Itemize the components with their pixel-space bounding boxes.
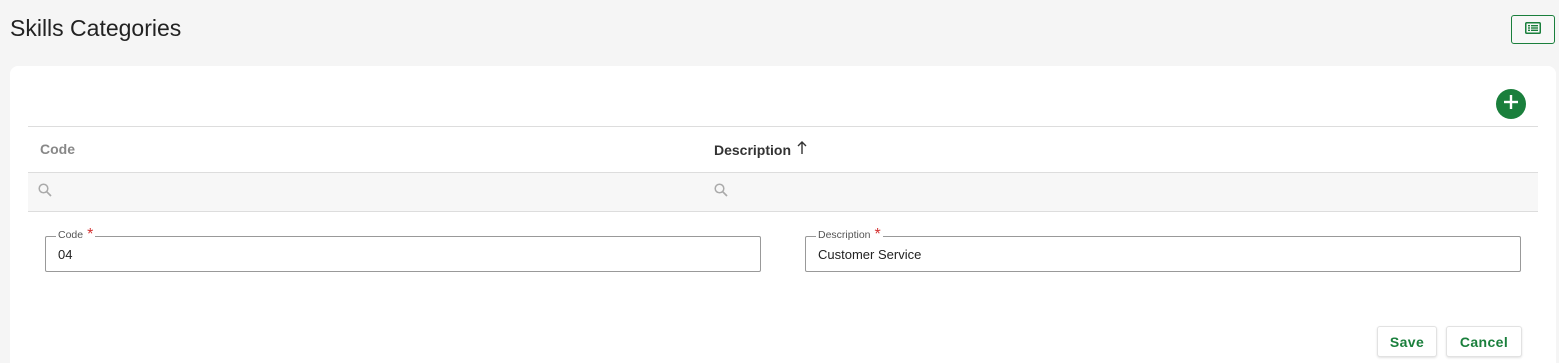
column-header-code[interactable]: Code	[28, 141, 714, 159]
list-view-icon	[1525, 21, 1541, 39]
plus-icon	[1504, 94, 1518, 114]
view-toggle-button[interactable]	[1511, 15, 1555, 44]
filter-code[interactable]	[28, 182, 714, 202]
save-button[interactable]: Save	[1377, 326, 1437, 357]
code-field-value[interactable]: 04	[58, 247, 72, 262]
required-indicator: *	[87, 226, 94, 243]
add-button[interactable]	[1496, 89, 1526, 119]
description-field-label: Description	[818, 229, 871, 241]
grid-filter-row	[28, 172, 1538, 212]
page-title: Skills Categories	[10, 15, 182, 41]
column-header-description-label: Description	[714, 141, 792, 158]
arrow-up-icon	[797, 141, 807, 158]
required-indicator: *	[874, 226, 881, 243]
content-card: Code Description Code * 04 Description *…	[10, 66, 1556, 363]
column-header-description[interactable]: Description	[714, 141, 1538, 158]
cancel-button[interactable]: Cancel	[1446, 326, 1522, 357]
code-field-label: Code	[58, 229, 84, 241]
grid-header-row: Code Description	[28, 126, 1538, 172]
code-field[interactable]: Code * 04	[45, 227, 761, 272]
search-icon	[28, 182, 52, 202]
search-icon	[704, 182, 728, 202]
column-header-code-label: Code	[40, 140, 75, 157]
data-grid: Code Description	[28, 126, 1538, 212]
description-field[interactable]: Description * Customer Service	[805, 227, 1521, 272]
description-field-value[interactable]: Customer Service	[818, 247, 921, 262]
filter-description[interactable]	[714, 182, 1538, 202]
